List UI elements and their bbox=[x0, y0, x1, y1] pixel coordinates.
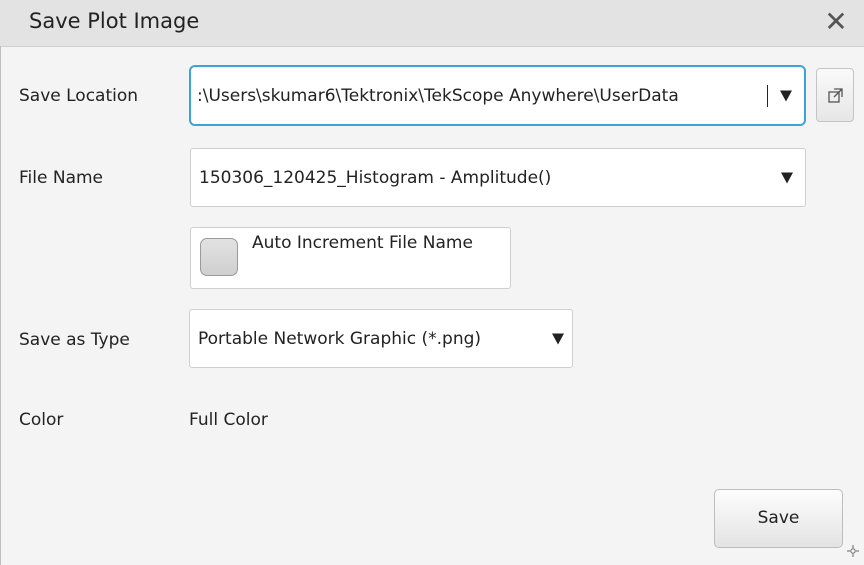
file-name-combo[interactable]: 150306_120425_Histogram - Amplitude() bbox=[190, 148, 806, 207]
chevron-down-icon[interactable] bbox=[552, 333, 564, 344]
resize-grip-icon[interactable] bbox=[846, 544, 860, 558]
color-value: Full Color bbox=[189, 410, 268, 430]
dialog-titlebar: Save Plot Image ✕ bbox=[0, 0, 864, 47]
auto-increment-option[interactable]: Auto Increment File Name bbox=[190, 227, 511, 289]
save-as-type-combo[interactable]: Portable Network Graphic (*.png) bbox=[189, 309, 573, 368]
external-link-icon bbox=[828, 88, 843, 103]
chevron-down-icon[interactable] bbox=[781, 172, 793, 183]
auto-increment-checkbox[interactable] bbox=[200, 238, 238, 276]
auto-increment-label: Auto Increment File Name bbox=[252, 233, 473, 253]
save-location-value: :\Users\skumar6\Tektronix\TekScope Anywh… bbox=[197, 85, 679, 106]
chevron-down-icon[interactable] bbox=[780, 90, 792, 101]
save-as-type-label: Save as Type bbox=[19, 330, 130, 350]
file-name-value: 150306_120425_Histogram - Amplitude() bbox=[199, 167, 552, 188]
file-name-label: File Name bbox=[19, 168, 104, 188]
save-as-type-value: Portable Network Graphic (*.png) bbox=[198, 328, 482, 349]
color-label: Color bbox=[19, 410, 64, 430]
browse-button[interactable] bbox=[816, 68, 854, 122]
text-caret bbox=[767, 85, 768, 107]
save-button[interactable]: Save bbox=[714, 489, 843, 548]
close-icon[interactable]: ✕ bbox=[818, 4, 854, 40]
dialog-left-border bbox=[0, 46, 1, 565]
dialog-title: Save Plot Image bbox=[29, 9, 200, 33]
save-location-combo[interactable]: :\Users\skumar6\Tektronix\TekScope Anywh… bbox=[189, 65, 806, 126]
save-location-label: Save Location bbox=[19, 86, 139, 106]
